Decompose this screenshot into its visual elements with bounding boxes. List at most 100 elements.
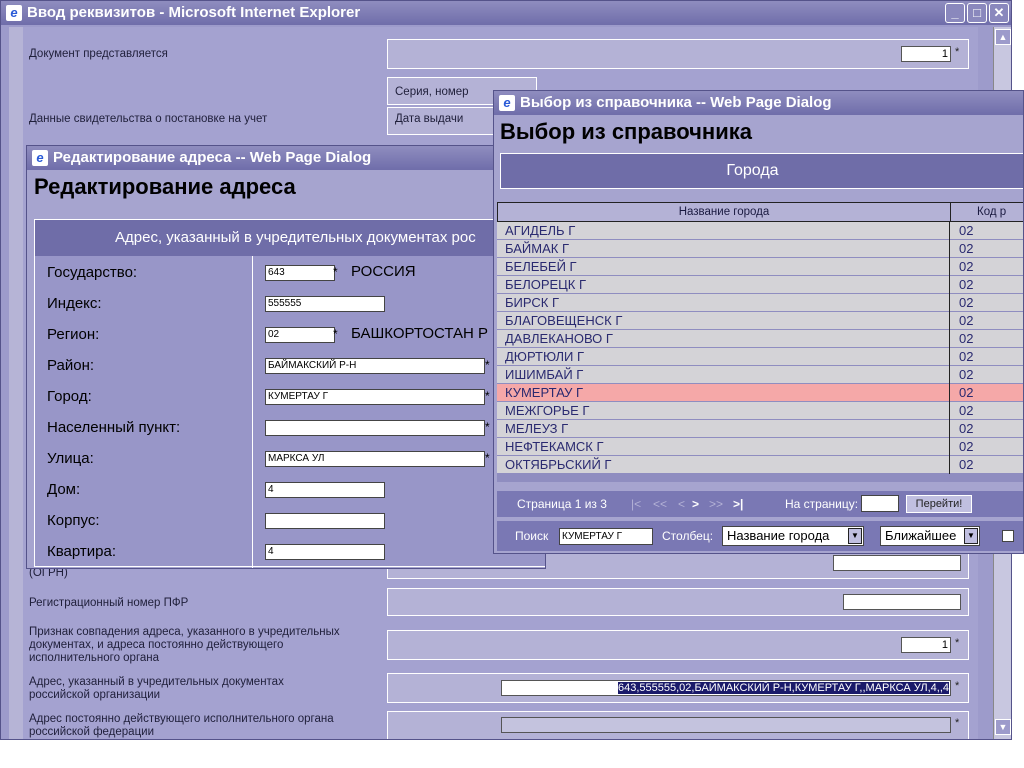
search-option-checkbox[interactable]: [1002, 530, 1014, 542]
table-row[interactable]: ОКТЯБРЬСКИЙ Г 02: [497, 456, 1023, 474]
search-input[interactable]: КУМЕРТАУ Г: [559, 528, 653, 545]
table-row[interactable]: ДЮРТЮЛИ Г 02: [497, 348, 1023, 366]
cell-divider: [949, 330, 950, 348]
cell-divider: [949, 276, 950, 294]
address-dialog-title-bar[interactable]: e Редактирование адреса -- Web Page Dial…: [27, 146, 545, 170]
minimize-icon[interactable]: _: [945, 3, 965, 23]
region-code-cell: 02: [959, 277, 974, 292]
city-name-cell: ДАВЛЕКАНОВО Г: [505, 331, 613, 346]
last-page-link[interactable]: >|: [733, 491, 743, 517]
search-bar: Поиск КУМЕРТАУ Г Столбец: Название город…: [497, 521, 1023, 551]
required-mark: *: [955, 717, 960, 729]
apartment-input[interactable]: 4: [265, 544, 385, 560]
cell-divider: [949, 366, 950, 384]
column-select[interactable]: Название города ▼: [722, 526, 864, 546]
maximize-icon[interactable]: □: [967, 3, 987, 23]
table-row[interactable]: АГИДЕЛЬ Г 02: [497, 222, 1023, 240]
chevron-down-icon[interactable]: ▼: [964, 528, 978, 544]
table-row[interactable]: БАЙМАК Г 02: [497, 240, 1023, 258]
pfr-label: Регистрационный номер ПФР: [29, 597, 189, 609]
district-input[interactable]: БАЙМАКСКИЙ Р-Н: [265, 358, 485, 374]
table-row[interactable]: ИШИМБАЙ Г 02: [497, 366, 1023, 384]
region-code-cell: 02: [959, 349, 974, 364]
prev-many-link[interactable]: <<: [653, 491, 667, 517]
registered-address-input[interactable]: 643,555555,02,БАЙМАКСКИЙ Р-Н,КУМЕРТАУ Г,…: [501, 680, 951, 696]
required-mark: *: [485, 358, 490, 372]
required-mark: *: [485, 420, 490, 434]
first-page-link[interactable]: |<: [631, 491, 641, 517]
close-icon[interactable]: ✕: [989, 3, 1009, 23]
next-many-link[interactable]: >>: [709, 491, 723, 517]
match-mode-value: Ближайшее: [885, 528, 957, 543]
scroll-down-icon[interactable]: ▼: [995, 719, 1011, 735]
region-code-cell: 02: [959, 385, 974, 400]
column-header-region-code[interactable]: Код р: [950, 202, 1023, 222]
ogrn-input[interactable]: [833, 555, 961, 571]
table-row[interactable]: КУМЕРТАУ Г 02: [497, 384, 1023, 402]
locality-input[interactable]: [265, 420, 485, 436]
city-name-cell: МЕЛЕУЗ Г: [505, 421, 569, 436]
doc-presented-input[interactable]: 1: [901, 46, 951, 62]
table-row[interactable]: БИРСК Г 02: [497, 294, 1023, 312]
cell-divider: [949, 312, 950, 330]
city-name-cell: БЕЛОРЕЦК Г: [505, 277, 587, 292]
required-mark: *: [333, 327, 338, 341]
goto-page-input[interactable]: [861, 495, 899, 512]
scroll-up-icon[interactable]: ▲: [995, 29, 1011, 45]
search-label: Поиск: [515, 529, 549, 543]
prev-page-link[interactable]: <: [678, 491, 685, 517]
country-code-input[interactable]: 643: [265, 265, 335, 281]
main-title-bar[interactable]: e Ввод реквизитов - Microsoft Internet E…: [1, 1, 1011, 25]
required-mark: *: [955, 637, 960, 649]
exec-address-input[interactable]: [501, 717, 951, 733]
address-match-input[interactable]: 1: [901, 637, 951, 653]
table-row[interactable]: БЛАГОВЕЩЕНСК Г 02: [497, 312, 1023, 330]
table-row[interactable]: НЕФТЕКАМСК Г 02: [497, 438, 1023, 456]
catalog-dialog-title-bar[interactable]: e Выбор из справочника -- Web Page Dialo…: [494, 91, 1023, 115]
city-input[interactable]: КУМЕРТАУ Г: [265, 389, 485, 405]
table-row[interactable]: МЕЖГОРЬЕ Г 02: [497, 402, 1023, 420]
page-indicator: Страница 1 из 3: [517, 497, 607, 511]
ie-icon: e: [32, 150, 48, 166]
table-row[interactable]: БЕЛОРЕЦК Г 02: [497, 276, 1023, 294]
pfr-input[interactable]: [843, 594, 961, 610]
chevron-down-icon[interactable]: ▼: [848, 528, 862, 544]
city-name-cell: МЕЖГОРЬЕ Г: [505, 403, 590, 418]
main-window-title: Ввод реквизитов - Microsoft Internet Exp…: [27, 4, 361, 21]
region-code-input[interactable]: 02: [265, 327, 335, 343]
region-code-cell: 02: [959, 259, 974, 274]
address-section-header: Адрес, указанный в учредительных докумен…: [35, 220, 545, 256]
index-input[interactable]: 555555: [265, 296, 385, 312]
cell-divider: [949, 384, 950, 402]
table-row[interactable]: ДАВЛЕКАНОВО Г 02: [497, 330, 1023, 348]
cities-table: Название города Код р АГИДЕЛЬ Г 02 БАЙМАК …: [497, 202, 1023, 482]
required-mark: *: [955, 680, 960, 692]
match-mode-select[interactable]: Ближайшее ▼: [880, 526, 980, 546]
table-row[interactable]: МЕЛЕУЗ Г 02: [497, 420, 1023, 438]
city-name-cell: БЛАГОВЕЩЕНСК Г: [505, 313, 623, 328]
apartment-label: Квартира:: [47, 543, 116, 560]
cell-divider: [949, 402, 950, 420]
region-name: БАШКОРТОСТАН Р: [351, 325, 488, 342]
region-code-cell: 02: [959, 367, 974, 382]
cell-divider: [949, 222, 950, 240]
region-label: Регион:: [47, 326, 100, 343]
next-page-link[interactable]: >: [692, 491, 699, 517]
column-header-city-name[interactable]: Название города: [497, 202, 951, 222]
house-input[interactable]: 4: [265, 482, 385, 498]
cell-divider: [949, 438, 950, 456]
address-column-divider: [252, 256, 253, 568]
required-mark: *: [485, 389, 490, 403]
table-row[interactable]: БЕЛЕБЕЙ Г 02: [497, 258, 1023, 276]
registered-address-selected-text: 643,555555,02,БАЙМАКСКИЙ Р-Н,КУМЕРТАУ Г,…: [618, 682, 949, 694]
street-input[interactable]: МАРКСА УЛ: [265, 451, 485, 467]
cell-divider: [949, 420, 950, 438]
cell-divider: [949, 348, 950, 366]
building-input[interactable]: [265, 513, 385, 529]
goto-page-button[interactable]: Перейти!: [906, 495, 972, 513]
locality-label: Населенный пункт:: [47, 419, 181, 436]
address-match-label: Признак совпадения адреса, указанного в …: [29, 626, 340, 664]
region-code-cell: 02: [959, 241, 974, 256]
required-mark: *: [333, 265, 338, 279]
exec-address-label: Адрес постоянно действующего исполнитель…: [29, 713, 334, 738]
